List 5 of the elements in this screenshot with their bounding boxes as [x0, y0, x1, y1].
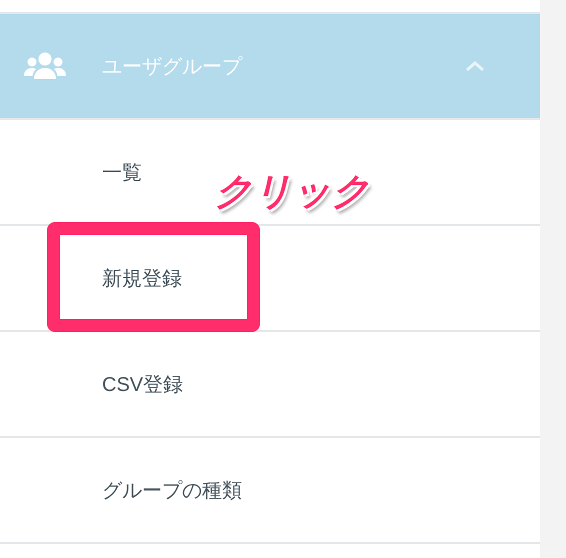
menu-item[interactable]: 新規登録 [0, 226, 540, 332]
click-annotation: クリック [214, 170, 370, 215]
users-icon [24, 52, 66, 80]
menu-group-label: ユーザグループ [102, 54, 244, 80]
chevron-up-icon[interactable] [465, 60, 485, 72]
